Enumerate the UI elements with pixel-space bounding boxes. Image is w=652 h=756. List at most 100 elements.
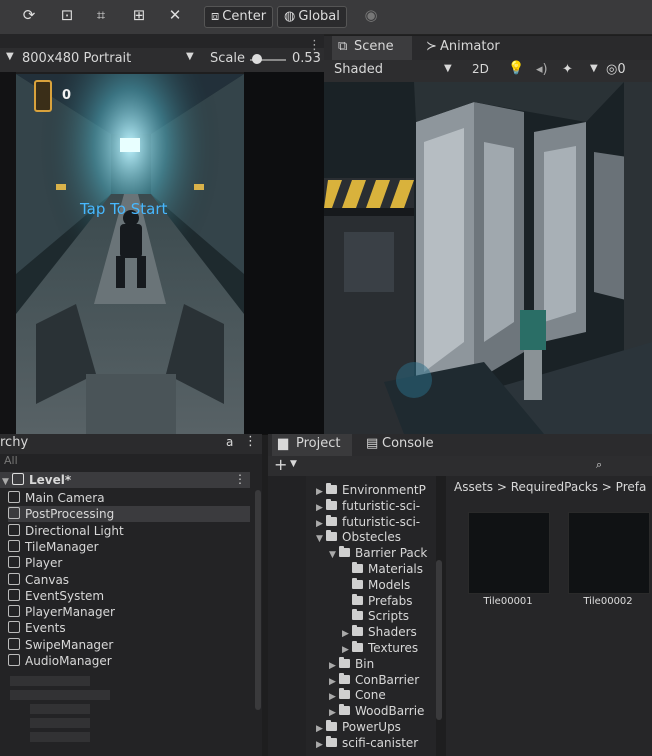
scene-row-content: ▼ Level* xyxy=(2,472,71,488)
custom-tool-icon[interactable]: ✕ xyxy=(164,4,186,26)
tab-scene-label: Scene xyxy=(354,39,394,54)
scene-menu-icon[interactable]: ⋮ xyxy=(234,472,246,486)
folder-label: Shaders xyxy=(368,625,417,640)
draw-mode-dropdown[interactable]: Shaded xyxy=(334,62,383,77)
rect-tool-icon[interactable]: ⌗ xyxy=(90,4,112,26)
scale-slider-handle[interactable] xyxy=(252,54,262,64)
hierarchy-item[interactable]: Main Camera xyxy=(8,490,250,506)
hierarchy-item[interactable]: Player xyxy=(8,555,250,571)
hierarchy-item[interactable]: EventSystem xyxy=(8,588,250,604)
tab-project[interactable]: ▆ Project xyxy=(272,434,352,456)
tab-menu-icon[interactable]: ⋮ xyxy=(308,38,321,53)
game-view[interactable]: 0 Tap To Start xyxy=(16,74,244,434)
hierarchy-scrollbar[interactable] xyxy=(255,490,261,710)
rotate-tool-icon[interactable]: ⟳ xyxy=(18,4,40,26)
game-view-margin-right xyxy=(244,72,324,434)
hierarchy-item[interactable]: Directional Light xyxy=(8,523,250,539)
project-folder-item[interactable]: ▶ Textures xyxy=(342,640,418,656)
folder-icon xyxy=(326,530,337,542)
folder-icon: ▆ xyxy=(278,436,288,451)
gameobject-icon xyxy=(8,572,20,585)
scale-tool-icon[interactable]: ⊡ xyxy=(56,4,78,26)
create-asset-button[interactable]: + xyxy=(274,455,287,474)
project-folder-item[interactable]: ▶ scifi-canister xyxy=(316,735,418,751)
scale-value: 0.53 xyxy=(292,51,321,66)
project-folder-item[interactable]: ▼ Barrier Pack xyxy=(329,545,427,561)
folder-label: Materials xyxy=(368,562,424,576)
hierarchy-item-label: TileManager xyxy=(25,539,99,554)
tab-animator[interactable]: ≻ Animator xyxy=(420,36,520,60)
folder-label: futuristic-sci- xyxy=(342,498,421,513)
space-toggle-button[interactable]: ◍ Global xyxy=(277,6,347,28)
tab-console-label: Console xyxy=(382,436,434,451)
hierarchy-item-label: Main Camera xyxy=(25,491,105,505)
expand-arrow-icon[interactable]: ▼ xyxy=(2,474,12,490)
project-folder-item[interactable]: ▶ Bin xyxy=(329,656,374,672)
transform-tool-icon[interactable]: ⊞ xyxy=(128,4,150,26)
hierarchy-item[interactable]: SwipeManager xyxy=(8,637,250,653)
project-breadcrumb: Assets > RequiredPacks > Prefa xyxy=(454,480,647,494)
expand-arrow-icon[interactable]: ▶ xyxy=(316,737,326,753)
tab-animator-label: Animator xyxy=(440,39,500,54)
hierarchy-item[interactable]: AudioManager xyxy=(8,653,250,669)
hierarchy-item[interactable]: TileManager xyxy=(8,539,250,555)
folder-label: Prefabs xyxy=(368,593,413,608)
project-toolbar: + ▼ ⌕ xyxy=(268,455,652,476)
hierarchy-search[interactable]: All xyxy=(4,454,18,467)
hierarchy-item[interactable]: Canvas xyxy=(8,572,250,588)
resolution-dropdown[interactable]: 800x480 Portrait xyxy=(22,51,131,66)
folder-icon xyxy=(326,720,337,731)
2d-toggle-button[interactable]: 2D xyxy=(472,62,489,76)
snap-icon[interactable]: ◉ xyxy=(360,4,382,26)
asset-thumbnail[interactable] xyxy=(568,512,650,594)
tab-scene[interactable]: ⧉ Scene xyxy=(332,36,412,60)
project-folder-item[interactable]: ▶ ConBarrier xyxy=(329,672,419,688)
project-tree-scrollbar[interactable] xyxy=(436,560,442,720)
asset-thumbnail[interactable] xyxy=(468,512,550,594)
project-folder-item[interactable]: Models xyxy=(342,577,410,593)
folder-icon xyxy=(326,498,337,510)
folder-label: Scripts xyxy=(368,609,410,624)
project-folder-item[interactable]: Prefabs xyxy=(342,593,413,609)
expand-arrow-icon[interactable]: ▼ xyxy=(316,531,326,547)
gameobject-icon xyxy=(8,588,20,601)
folder-icon xyxy=(352,609,363,621)
folder-icon xyxy=(326,514,337,526)
folder-icon xyxy=(339,546,350,558)
project-folder-item[interactable]: Scripts xyxy=(342,608,409,624)
pivot-toggle-button[interactable]: ⧈ Center xyxy=(204,6,274,28)
project-folder-item[interactable]: ▶ futuristic-sci- xyxy=(316,498,420,514)
gameobject-icon xyxy=(8,637,20,650)
hierarchy-item[interactable]: PostProcessing xyxy=(8,506,250,523)
tab-console[interactable]: ▤ Console xyxy=(362,434,452,456)
expand-arrow-icon[interactable]: ▼ xyxy=(329,547,339,563)
scene-view[interactable] xyxy=(324,82,652,434)
gameobject-icon xyxy=(8,491,20,503)
audio-toggle-icon[interactable]: ◂) xyxy=(536,62,548,77)
hierarchy-item-label: PlayerManager xyxy=(25,605,115,620)
scene-row[interactable]: ▼ Level* ⋮ xyxy=(0,472,250,488)
effects-dropdown-icon[interactable]: ✦ xyxy=(562,62,573,77)
project-folder-item[interactable]: ▶ Cone xyxy=(329,687,386,703)
folder-label: ConBarrier xyxy=(355,672,420,687)
lock-icon[interactable]: a xyxy=(226,435,233,449)
project-folder-item[interactable]: ▶ EnvironmentP xyxy=(316,482,426,498)
hierarchy-item[interactable]: Events xyxy=(8,620,250,636)
folder-label: Textures xyxy=(368,641,419,655)
project-folder-item[interactable]: ▶ WoodBarrie xyxy=(329,703,424,719)
project-folder-item[interactable]: ▶ PowerUps xyxy=(316,719,401,735)
hierarchy-item[interactable]: PlayerManager xyxy=(8,604,250,620)
scene-tab-icon: ⧉ xyxy=(338,39,348,54)
project-folder-item[interactable]: ▶ futuristic-sci- xyxy=(316,514,420,530)
pivot-icon: ⧈ xyxy=(211,9,220,24)
project-folder-item[interactable]: ▶ Shaders xyxy=(342,624,417,640)
panel-menu-icon[interactable]: ⋮ xyxy=(244,434,257,449)
game-view-bar: ▼ 800x480 Portrait ▼ Scale 0.53 xyxy=(0,48,324,72)
lighting-toggle-icon[interactable]: 💡 xyxy=(508,61,524,76)
visibility-icon[interactable]: ◎0 xyxy=(606,62,626,77)
folder-label: Bin xyxy=(355,656,375,671)
folder-icon xyxy=(326,735,337,747)
project-folder-item[interactable]: ▼ Obstecles xyxy=(316,529,401,545)
search-icon[interactable]: ⌕ xyxy=(596,458,602,472)
project-folder-item[interactable]: Materials xyxy=(342,561,423,577)
